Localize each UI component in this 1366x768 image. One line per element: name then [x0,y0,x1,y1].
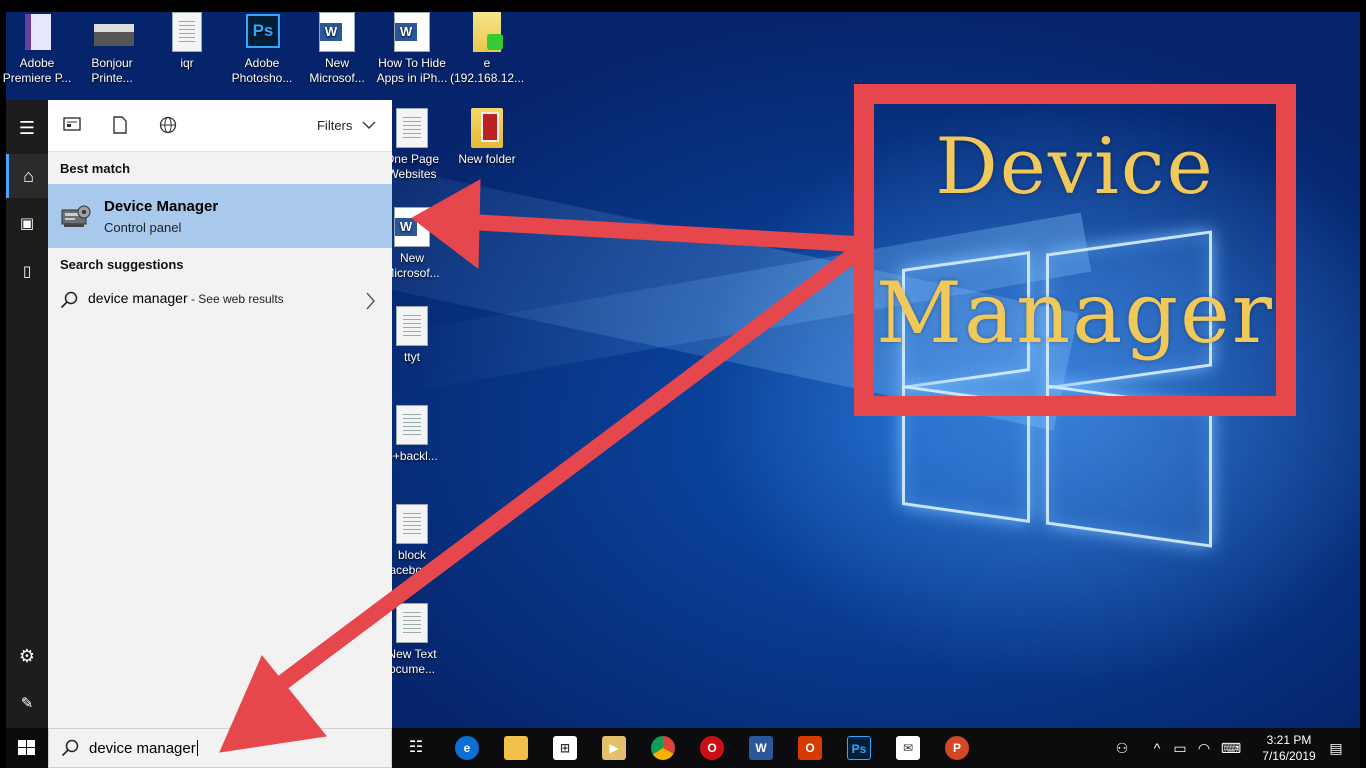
desktop-icon-how-to-hide[interactable]: W How To Hide Apps in iPh... [375,12,449,86]
network-folder-icon [473,12,503,52]
start-rail: ☰ ⌂ ▣ ▯ ⚙ ✎ [6,100,48,728]
taskbar: device manager ☷ e ⊞ ▶ O W O Ps ✉ P ⚇ ^ … [6,728,1360,768]
hamburger-menu-icon[interactable]: ☰ [6,106,48,150]
callout-line-2: Manager [876,264,1274,362]
clock-time: 3:21 PM [1266,733,1312,747]
apps-filter-icon[interactable] [62,116,82,136]
best-match-result[interactable]: Device Manager Control panel [48,184,392,248]
search-icon [60,291,78,314]
edge-icon[interactable]: e [455,736,479,760]
documents-filter-icon[interactable] [110,116,130,136]
search-panel: ☰ ⌂ ▣ ▯ ⚙ ✎ Filters Best match Device Ma… [6,100,392,728]
keyboard-icon[interactable]: ⌨ [1218,728,1244,768]
chevron-up-icon[interactable]: ^ [1148,728,1166,768]
filters-dropdown[interactable]: Filters [317,118,376,133]
clock[interactable]: 3:21 PM 7/16/2019 [1254,732,1324,764]
desktop-icon-label: Adobe Photosho... [231,56,293,85]
desktop-icon-label: e (192.168.12... [450,56,525,85]
chrome-icon[interactable] [651,736,675,760]
powerpoint-icon[interactable]: P [945,736,969,760]
desktop-icon-label: iqr [180,56,194,70]
desktop-icon-network-share[interactable]: e (192.168.12... [450,12,524,86]
clock-date: 7/16/2019 [1262,749,1316,763]
desktop-icon-premiere[interactable]: Adobe Premiere P... [0,12,74,86]
web-suggestion-item[interactable]: device manager - See web results [48,284,392,314]
folder-icon [471,108,503,148]
settings-gear-icon[interactable]: ⚙ [6,634,48,678]
desktop-icon-new-folder[interactable]: New folder [450,108,524,167]
wifi-icon[interactable]: ◠ [1194,728,1214,768]
file-explorer-icon[interactable] [504,736,528,760]
desktop-icon-label: New folder [458,152,516,166]
desktop-icon-bonjour[interactable]: Bonjour Printe... [75,12,149,86]
store-icon[interactable]: ⊞ [553,736,577,760]
desktop-icon-label: New Microsof... [309,56,365,85]
media-player-icon[interactable]: ▶ [602,736,626,760]
screen: Adobe Premiere P... Bonjour Printe... iq… [0,0,1366,768]
word-icon: W [394,12,430,52]
document-icon [172,12,202,52]
annotation-callout-box: Device Manager [854,84,1296,416]
desktop-icon-label: Adobe Premiere P... [2,56,72,85]
chevron-down-icon [362,118,376,133]
device-icon[interactable]: ▯ [6,250,48,294]
people-icon[interactable]: ⚇ [1110,728,1134,768]
home-icon[interactable]: ⌂ [6,154,48,198]
office-icon[interactable]: O [798,736,822,760]
web-filter-icon[interactable] [158,116,178,136]
best-match-title: Device Manager [104,198,219,215]
document-icon [396,504,428,544]
document-icon [396,306,428,346]
notebook-icon[interactable]: ▣ [6,202,48,246]
chevron-right-icon[interactable] [366,286,376,316]
premiere-icon [19,12,55,52]
word-taskbar-icon[interactable]: W [749,736,773,760]
callout-line-1: Device [935,122,1215,212]
search-suggestions-heading: Search suggestions [60,257,184,272]
best-match-subtitle: Control panel [104,220,182,235]
search-filter-bar: Filters [48,100,392,152]
mail-icon[interactable]: ✉ [896,736,920,760]
photoshop-icon: Ps [244,12,280,52]
device-manager-icon [60,202,92,230]
photoshop-taskbar-icon[interactable]: Ps [847,736,871,760]
suggestion-query: device manager [88,290,188,306]
opera-icon[interactable]: O [700,736,724,760]
search-results-panel: Filters Best match Device Manager Contro… [48,100,392,728]
word-icon: W [319,12,355,52]
desktop-icon-photoshop[interactable]: Ps Adobe Photosho... [225,12,299,86]
desktop-icon-label: Bonjour Printe... [91,56,133,85]
suggestion-text: device manager - See web results [88,290,284,306]
text-caret [196,740,198,756]
word-icon: W [394,207,430,247]
task-view-icon[interactable]: ☷ [404,736,428,760]
suggestion-hint: - See web results [187,292,284,306]
desktop-icon-new-word[interactable]: W New Microsof... [300,12,374,86]
search-input[interactable]: device manager [89,740,198,757]
document-icon [396,405,428,445]
best-match-heading: Best match [60,161,131,176]
windows-start-icon[interactable] [6,728,48,768]
battery-icon[interactable]: ▭ [1170,728,1190,768]
printer-icon [94,12,134,52]
action-center-icon[interactable]: ▤ [1322,728,1350,768]
desktop-icon-iqr[interactable]: iqr [150,12,224,71]
taskbar-search-box[interactable]: device manager [48,728,392,768]
document-icon [396,603,428,643]
feedback-icon[interactable]: ✎ [6,682,48,726]
search-icon [61,739,79,762]
document-icon [396,108,428,148]
filters-label: Filters [316,118,353,133]
search-input-value: device manager [89,740,196,757]
desktop-icon-label: How To Hide Apps in iPh... [376,56,448,85]
